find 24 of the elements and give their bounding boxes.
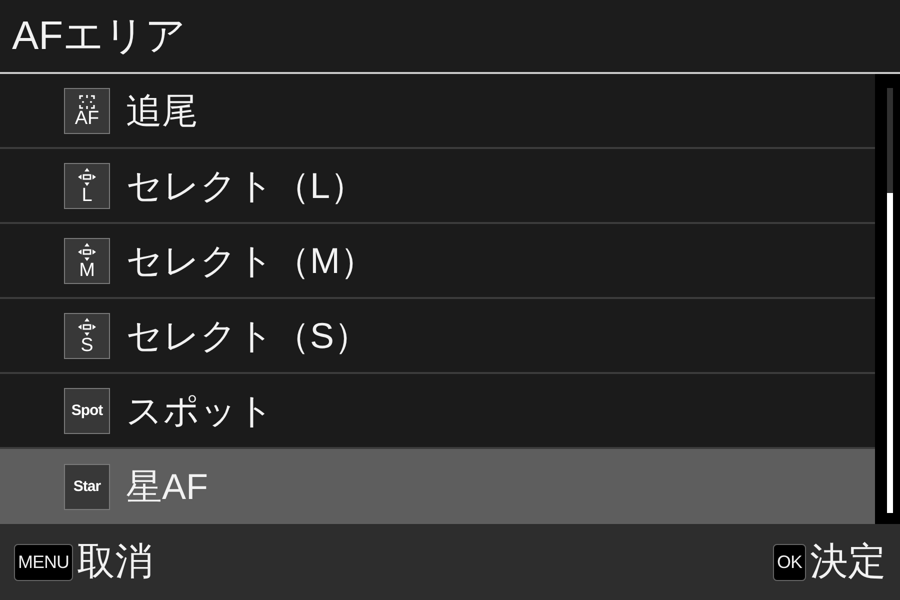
scrollbar-thumb[interactable] [886,193,892,513]
mode-label: Spot [71,403,103,418]
mode-label: M [79,262,95,280]
af-area-option[interactable]: Star 星AF [0,449,875,524]
mode-label: L [82,186,92,204]
mode-label: AF [74,110,100,128]
key-hint: OK [772,544,806,580]
mode-label: S [80,336,94,354]
hint-label: 決定 [810,543,886,581]
option-label: セレクト（M） [126,242,376,278]
option-label: セレクト（S） [126,318,370,354]
four-way-arrows-icon [77,166,97,186]
four-way-arrows-icon [77,242,97,262]
option-label: 追尾 [126,92,198,128]
hint-label: 取消 [77,543,153,581]
four-way-arrows-icon [77,316,97,336]
option-label: スポット [126,392,274,428]
focus-frame-icon [77,94,97,110]
key-hint: MENU [14,544,73,580]
option-label: 星AF [126,468,208,504]
scrollbar-track[interactable] [886,88,892,513]
mode-label: Star [73,479,101,494]
screen-title: AFエリア [12,16,186,56]
option-label: セレクト（L） [126,168,366,204]
